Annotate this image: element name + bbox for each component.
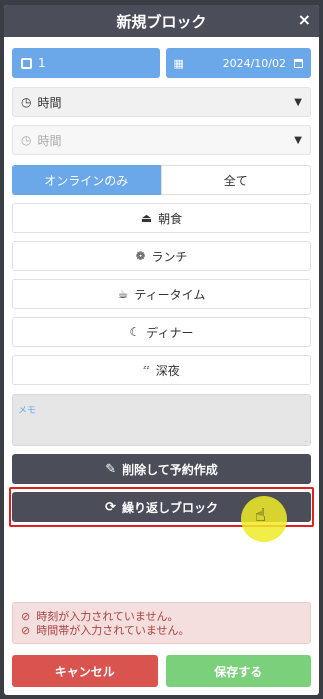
coffee-icon: ☕ (117, 287, 129, 301)
new-block-dialog: 新規ブロック × 1 ▦ 2024/10/02 ◷ 時間 ▼ ◷ 時間 ▼ オン… (4, 5, 319, 695)
time-select-value: 時間 (37, 95, 62, 110)
table-icon (21, 57, 32, 69)
clock-icon: ◷ (21, 133, 32, 147)
cancel-label: キャンセル (54, 664, 115, 679)
ban-icon: ⊘ (21, 623, 31, 637)
calendar-icon: ▦ (173, 56, 184, 70)
time-select-disabled: ◷ 時間 ▼ (12, 125, 311, 155)
breakfast-icon: ⏏ (140, 211, 153, 225)
pencil-icon: ✎ (105, 461, 117, 477)
save-button[interactable]: 保存する (165, 655, 311, 687)
resize-handle-icon[interactable]: . (305, 436, 307, 444)
tab-all-label: 全て (223, 173, 248, 188)
tab-all[interactable]: 全て (160, 165, 311, 195)
meal-dinner-button[interactable]: ☾ ディナー (12, 317, 311, 347)
error-text-period: 時間帯が入力されていません。 (36, 624, 190, 637)
date-field[interactable]: ▦ 2024/10/02 (165, 48, 311, 78)
moon-icon: ☾ (129, 325, 141, 339)
calendar-picker-icon[interactable] (294, 58, 303, 68)
error-line-period: ⊘ 時間帯が入力されていません。 (21, 623, 302, 638)
count-value: 1 (38, 56, 46, 70)
error-alert: ⊘ 時刻が入力されていません。 ⊘ 時間帯が入力されていません。 (12, 602, 311, 644)
sleep-icon: ᶻᶻ (143, 365, 150, 375)
ban-icon: ⊘ (21, 609, 31, 623)
dialog-header: 新規ブロック × (4, 5, 319, 37)
delete-and-reserve-button[interactable]: ✎ 削除して予約作成 (12, 454, 311, 484)
sun-icon: ❁ (135, 249, 146, 263)
cancel-button[interactable]: キャンセル (12, 655, 158, 687)
hand-cursor-icon: ☝ (255, 505, 266, 526)
memo-textarea[interactable]: メモ . (12, 394, 311, 446)
tab-online-only-label: オンラインのみ (44, 173, 129, 188)
meal-latenight-button[interactable]: ᶻᶻ 深夜 (12, 355, 311, 385)
repeat-block-label: 繰り返しブロック (121, 500, 218, 515)
error-line-time: ⊘ 時刻が入力されていません。 (21, 609, 302, 624)
chevron-down-icon: ▼ (294, 134, 302, 146)
refresh-icon: ⟳ (105, 499, 116, 515)
save-label: 保存する (214, 664, 263, 679)
dialog-title: 新規ブロック (116, 12, 207, 31)
time-select2-value: 時間 (37, 133, 62, 148)
delete-and-reserve-label: 削除して予約作成 (122, 462, 218, 477)
count-field[interactable]: 1 (12, 48, 160, 78)
time-select[interactable]: ◷ 時間 ▼ (12, 87, 311, 117)
date-value: 2024/10/02 (222, 56, 286, 70)
tab-online-only[interactable]: オンラインのみ (12, 165, 161, 195)
meal-label: 深夜 (155, 363, 180, 378)
clock-icon: ◷ (21, 95, 32, 109)
meal-label: 朝食 (158, 211, 183, 226)
meal-teatime-button[interactable]: ☕ ティータイム (12, 279, 311, 309)
meal-label: ディナー (146, 325, 194, 340)
meal-label: ティータイム (134, 287, 206, 302)
meal-breakfast-button[interactable]: ⏏ 朝食 (12, 203, 311, 233)
memo-placeholder: メモ (18, 406, 37, 416)
meal-lunch-button[interactable]: ❁ ランチ (12, 241, 311, 271)
chevron-down-icon: ▼ (294, 96, 302, 108)
close-icon[interactable]: × (298, 10, 311, 29)
meal-label: ランチ (151, 249, 188, 264)
